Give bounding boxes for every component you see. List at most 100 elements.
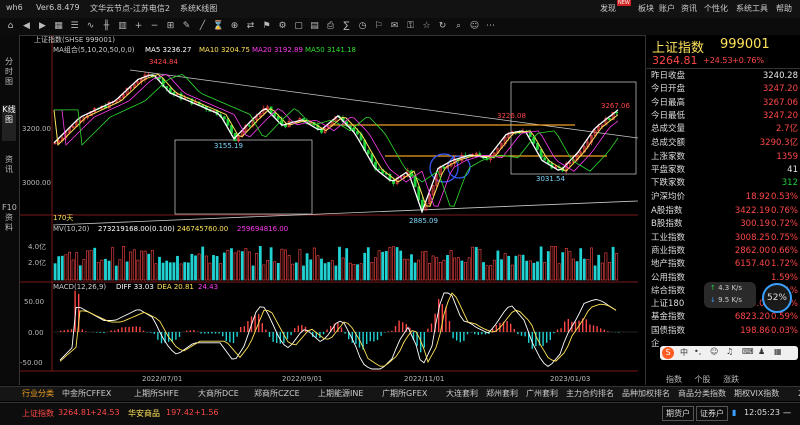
period-icon[interactable]: ⌛ <box>212 20 225 32</box>
kline-chart-area[interactable]: 上证指数(SHSE 999001) MA组合(5,10,20,50,0,0) M… <box>20 35 638 385</box>
kline-chart[interactable]: 上证指数(SHSE 999001) MA组合(5,10,20,50,0,0) M… <box>20 35 638 385</box>
ime-mic-icon[interactable]: ♫ <box>726 347 733 356</box>
lock-icon[interactable]: ⚿ <box>404 20 417 32</box>
ime-punct-icon[interactable]: •, <box>694 347 701 356</box>
draw-icon[interactable]: ✎ <box>180 20 193 32</box>
index-row-4[interactable]: 地产指数6157.401.72% <box>648 258 800 271</box>
exchange-tab-12[interactable]: 商品分类指数 <box>678 388 726 399</box>
compare-icon[interactable]: ⇄ <box>244 20 257 32</box>
exchange-tab-4[interactable]: 郑商所CZCE <box>254 388 300 399</box>
quote-row-3[interactable]: 今日最低3247.20 <box>648 110 800 123</box>
index-row-0[interactable]: A股指数3422.190.76% <box>648 205 800 218</box>
network-speed-widget[interactable]: ↑ 4.3 K/s ↓ 9.5 K/s <box>704 282 756 308</box>
menu-help[interactable]: 帮助 <box>776 3 792 14</box>
subtab-updown[interactable]: 涨跌 <box>723 375 739 384</box>
print-icon[interactable]: ⎙ <box>324 20 337 32</box>
breadth-row-2[interactable]: 下跌家数312 <box>648 177 800 190</box>
ime-cn-icon[interactable]: 中 <box>680 347 688 358</box>
speed-percent-badge[interactable]: 52% <box>762 283 792 313</box>
bar-icon[interactable]: ▥ <box>116 20 129 32</box>
breadth-row-0[interactable]: 上涨家数1359 <box>648 151 800 164</box>
annotation-mid: 3226.08 <box>497 112 526 120</box>
ime-smile-icon[interactable]: ☺ <box>710 347 718 356</box>
exchange-tab-3[interactable]: 大商所DCE <box>198 388 239 399</box>
tab-intraday[interactable]: 分时图 <box>2 57 16 93</box>
menu-sector[interactable]: 板块 <box>638 3 654 14</box>
layout-icon[interactable]: ▤ <box>308 20 321 32</box>
quote-row-1[interactable]: 今日开盘3247.20 <box>648 83 800 96</box>
breadth-row-1[interactable]: 平盘家数41 <box>648 164 800 177</box>
quote-row-2[interactable]: 今日最高3267.06 <box>648 97 800 110</box>
list-icon[interactable]: ☰ <box>68 20 81 32</box>
quote-row-0[interactable]: 昨日收盘3240.28 <box>648 70 800 83</box>
trend-icon[interactable]: ∿ <box>84 20 97 32</box>
y-label-3000: 3000.00 <box>22 179 51 187</box>
fit-icon[interactable]: ⊞ <box>164 20 177 32</box>
subtab-index[interactable]: 指数 <box>666 375 682 384</box>
more-icon[interactable]: ⋯ <box>484 20 497 32</box>
volume-bar <box>202 247 204 280</box>
avg-price-row[interactable]: 沪深均价18.920.53% <box>648 191 800 204</box>
index-row-2[interactable]: 工业指数3008.250.75% <box>648 232 800 245</box>
subtab-stock[interactable]: 个股 <box>695 375 711 384</box>
search-icon[interactable]: ⌕ <box>452 20 465 32</box>
flag-icon[interactable]: ⚐ <box>372 20 385 32</box>
menu-discover[interactable]: 发现 <box>600 3 616 14</box>
tab-kline[interactable]: K线图 <box>2 105 16 141</box>
macd-histogram-bar <box>586 319 587 332</box>
menu-news[interactable]: 资讯 <box>681 3 697 14</box>
securities-account-button[interactable]: 证券户 <box>696 406 728 421</box>
zoom-out-icon[interactable]: − <box>148 20 161 32</box>
tab-f10[interactable]: F10资料 <box>2 203 16 249</box>
exchange-tab-13[interactable]: 期权VIX指数 <box>734 388 779 399</box>
index-row-3[interactable]: 商业指数2862.000.66% <box>648 245 800 258</box>
input-method-toolbar[interactable]: S 中 •, ☺ ♫ ⌨ ♟ ▦ <box>660 346 798 360</box>
index-row-9[interactable]: 国债指数198.860.03% <box>648 325 800 338</box>
settings-icon[interactable]: ⚙ <box>276 20 289 32</box>
index-row-1[interactable]: B股指数300.190.72% <box>648 218 800 231</box>
exchange-tab-5[interactable]: 上期能源INE <box>318 388 363 399</box>
status-index1-name[interactable]: 上证指数 <box>22 408 54 419</box>
home-icon[interactable]: ⌂ <box>4 20 17 32</box>
candle-icon[interactable]: ╫ <box>100 20 113 32</box>
exchange-tab-10[interactable]: 主力合约排名 <box>566 388 614 399</box>
zoom-in-icon[interactable]: + <box>132 20 145 32</box>
macd-histogram-bar <box>247 321 248 332</box>
menu-personalize[interactable]: 个性化 <box>704 3 728 14</box>
indicator-icon[interactable]: ⊕ <box>228 20 241 32</box>
line-icon[interactable]: ╱ <box>196 20 209 32</box>
index-row-8[interactable]: 基金指数6823.200.59% <box>648 311 800 324</box>
alert-icon[interactable]: ⚑ <box>260 20 273 32</box>
exchange-tab-9[interactable]: 广州套利 <box>526 388 558 399</box>
star-icon[interactable]: ☆ <box>420 20 433 32</box>
window-icon[interactable]: ▢ <box>292 20 305 32</box>
time-icon[interactable]: ◷ <box>356 20 369 32</box>
calc-icon[interactable]: ∑ <box>340 20 353 32</box>
menu-tools[interactable]: 系统工具 <box>736 3 768 14</box>
exchange-tab-8[interactable]: 郑州套利 <box>486 388 518 399</box>
exchange-tab-11[interactable]: 品种加权排名 <box>622 388 670 399</box>
menu-account[interactable]: 账户 <box>659 3 675 14</box>
note-icon[interactable]: ✉ <box>388 20 401 32</box>
futures-account-button[interactable]: 期货户 <box>662 406 694 421</box>
quote-row-5[interactable]: 总成交额3290.3亿 <box>648 137 800 150</box>
ime-logo-icon[interactable]: S <box>662 347 674 359</box>
quote-row-4[interactable]: 总成交量2.7亿 <box>648 123 800 136</box>
ime-user-icon[interactable]: ♟ <box>758 347 765 356</box>
exchange-tab-6[interactable]: 广期所GFEX <box>382 388 427 399</box>
forward-icon[interactable]: ▶ <box>36 20 49 32</box>
grid-icon[interactable]: ▦ <box>52 20 65 32</box>
back-icon[interactable]: ◀ <box>20 20 33 32</box>
status-index2-name[interactable]: 华安商品 <box>128 408 160 419</box>
ime-keyboard-icon[interactable]: ⌨ <box>742 347 754 356</box>
volume-bar <box>79 266 81 280</box>
tab-news[interactable]: 资讯 <box>2 155 16 185</box>
index-row-1-pct: 0.72% <box>771 218 798 231</box>
exchange-tab-2[interactable]: 上期所SHFE <box>134 388 179 399</box>
user-icon[interactable]: ☺ <box>468 20 481 32</box>
exchange-tab-7[interactable]: 大连套利 <box>446 388 478 399</box>
exchange-tab-1[interactable]: 中金所CFFEX <box>62 388 111 399</box>
ime-grid-icon[interactable]: ▦ <box>774 347 782 356</box>
refresh-icon[interactable]: ↻ <box>436 20 449 32</box>
exchange-tab-0[interactable]: 行业分类 <box>22 388 54 399</box>
